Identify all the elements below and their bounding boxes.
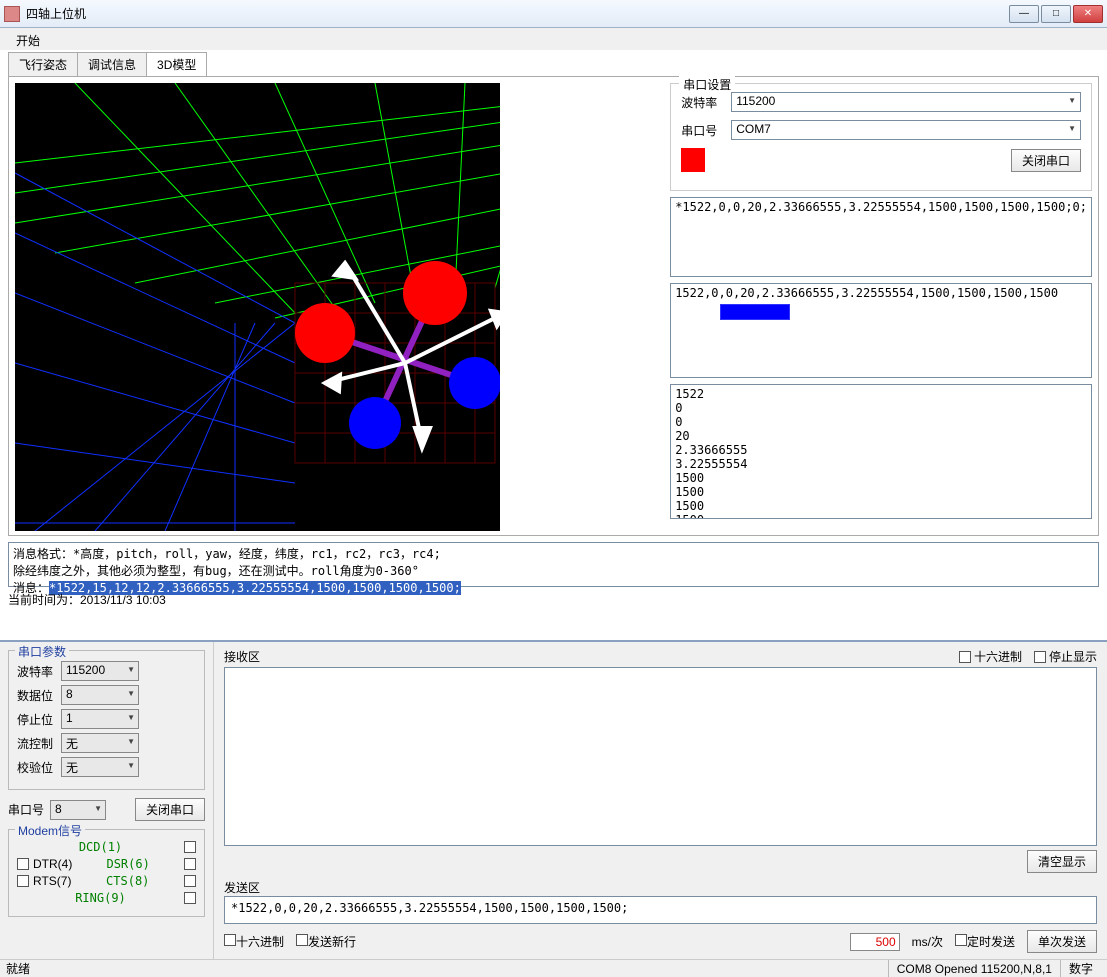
serial-params-group: 串口参数 波特率115200 数据位8 停止位1 流控制无 校验位无 bbox=[8, 650, 205, 790]
close-port-button-2[interactable]: 关闭串口 bbox=[135, 798, 205, 821]
serial-settings-legend: 串口设置 bbox=[679, 76, 735, 93]
rotor-red-1 bbox=[295, 303, 355, 363]
send-interval-input[interactable] bbox=[850, 933, 900, 951]
ring-checkbox[interactable] bbox=[184, 892, 196, 904]
lower-right-panel: 接收区 十六进制 停止显示 清空显示 发送区 *1522,0,0,20,2.33… bbox=[214, 642, 1107, 959]
title-bar: 四轴上位机 — □ ✕ bbox=[0, 0, 1107, 28]
param-parity-select[interactable]: 无 bbox=[61, 757, 139, 777]
param-databits-select[interactable]: 8 bbox=[61, 685, 139, 705]
overlay-textbox[interactable]: textBox1 bbox=[720, 304, 790, 320]
timed-send-checkbox[interactable] bbox=[955, 934, 967, 946]
send-textbox[interactable]: *1522,0,0,20,2.33666555,3.22555554,1500,… bbox=[224, 896, 1097, 924]
tab-attitude[interactable]: 飞行姿态 bbox=[8, 52, 78, 76]
rotor-blue-1 bbox=[449, 357, 500, 409]
modem-group: Modem信号 DCD(1) DTR(4)DSR(6) RTS(7)CTS(8)… bbox=[8, 829, 205, 917]
close-port-button[interactable]: 关闭串口 bbox=[1011, 149, 1081, 172]
dtr-checkbox[interactable] bbox=[17, 858, 29, 870]
rotor-red-2 bbox=[403, 261, 467, 325]
upper-panel: 飞行姿态 调试信息 3D模型 bbox=[0, 50, 1107, 625]
cts-checkbox[interactable] bbox=[184, 875, 196, 887]
port-combo[interactable]: COM7 bbox=[731, 120, 1081, 140]
send-footer: 十六进制 发送新行 ms/次 定时发送 单次发送 bbox=[224, 930, 1097, 953]
serial-settings-group: 串口设置 波特率 115200 串口号 COM7 关闭串口 bbox=[670, 83, 1092, 191]
window-controls: — □ ✕ bbox=[1009, 5, 1103, 23]
port-row: 串口号 8 关闭串口 bbox=[8, 798, 205, 821]
dcd-checkbox[interactable] bbox=[184, 841, 196, 853]
data-textbox-3[interactable]: 1522 0 0 20 2.33666555 3.22555554 1500 1… bbox=[670, 384, 1092, 519]
recv-header: 接收区 十六进制 停止显示 bbox=[224, 648, 1097, 665]
app-icon bbox=[4, 6, 20, 22]
recv-hex-checkbox[interactable] bbox=[959, 651, 971, 663]
menu-start[interactable]: 开始 bbox=[8, 30, 48, 51]
status-port: COM8 Opened 115200,N,8,1 bbox=[888, 960, 1060, 977]
port-number-select[interactable]: 8 bbox=[50, 800, 106, 820]
recv-textbox[interactable] bbox=[224, 667, 1097, 846]
lower-left-panel: 串口参数 波特率115200 数据位8 停止位1 流控制无 校验位无 串口号 8… bbox=[0, 642, 214, 959]
recv-stop-checkbox[interactable] bbox=[1034, 651, 1046, 663]
baud-label: 波特率 bbox=[681, 94, 731, 111]
status-bar: 就绪 COM8 Opened 115200,N,8,1 数字 bbox=[0, 959, 1107, 977]
message-bar[interactable]: 消息格式：*高度，pitch，roll，yaw，经度，纬度，rc1，rc2，rc… bbox=[8, 542, 1099, 587]
window-title: 四轴上位机 bbox=[26, 5, 1009, 22]
data-textbox-1[interactable]: *1522,0,0,20,2.33666555,3.22555554,1500,… bbox=[670, 197, 1092, 277]
status-num: 数字 bbox=[1060, 960, 1101, 977]
rts-checkbox[interactable] bbox=[17, 875, 29, 887]
param-flow-select[interactable]: 无 bbox=[61, 733, 139, 753]
tab-debug[interactable]: 调试信息 bbox=[77, 52, 147, 76]
param-stopbits-select[interactable]: 1 bbox=[61, 709, 139, 729]
close-button[interactable]: ✕ bbox=[1073, 5, 1103, 23]
tab-3dmodel[interactable]: 3D模型 bbox=[146, 52, 207, 76]
rotor-blue-2 bbox=[349, 397, 401, 449]
send-newline-checkbox[interactable] bbox=[296, 934, 308, 946]
send-hex-checkbox[interactable] bbox=[224, 934, 236, 946]
param-baud-select[interactable]: 115200 bbox=[61, 661, 139, 681]
send-title: 发送区 bbox=[224, 879, 1097, 896]
port-label: 串口号 bbox=[681, 122, 731, 139]
clear-display-button[interactable]: 清空显示 bbox=[1027, 850, 1097, 873]
maximize-button[interactable]: □ bbox=[1041, 5, 1071, 23]
minimize-button[interactable]: — bbox=[1009, 5, 1039, 23]
tab-strip: 飞行姿态 调试信息 3D模型 bbox=[8, 54, 1099, 76]
3d-canvas[interactable] bbox=[15, 83, 500, 531]
status-indicator-icon bbox=[681, 148, 705, 172]
baud-combo[interactable]: 115200 bbox=[731, 92, 1081, 112]
right-panel: 串口设置 波特率 115200 串口号 COM7 关闭串口 *1522,0,0,… bbox=[500, 83, 1092, 529]
dsr-checkbox[interactable] bbox=[184, 858, 196, 870]
tab-content: textBox1 串口设置 波特率 115200 串口号 COM7 关闭串口 * bbox=[8, 76, 1099, 536]
send-once-button[interactable]: 单次发送 bbox=[1027, 930, 1097, 953]
3d-scene-svg bbox=[15, 83, 500, 531]
lower-panel: 串口参数 波特率115200 数据位8 停止位1 流控制无 校验位无 串口号 8… bbox=[0, 640, 1107, 959]
menu-bar: 开始 bbox=[0, 28, 1107, 50]
data-textbox-2[interactable]: 1522,0,0,20,2.33666555,3.22555554,1500,1… bbox=[670, 283, 1092, 378]
status-ready: 就绪 bbox=[6, 960, 30, 977]
